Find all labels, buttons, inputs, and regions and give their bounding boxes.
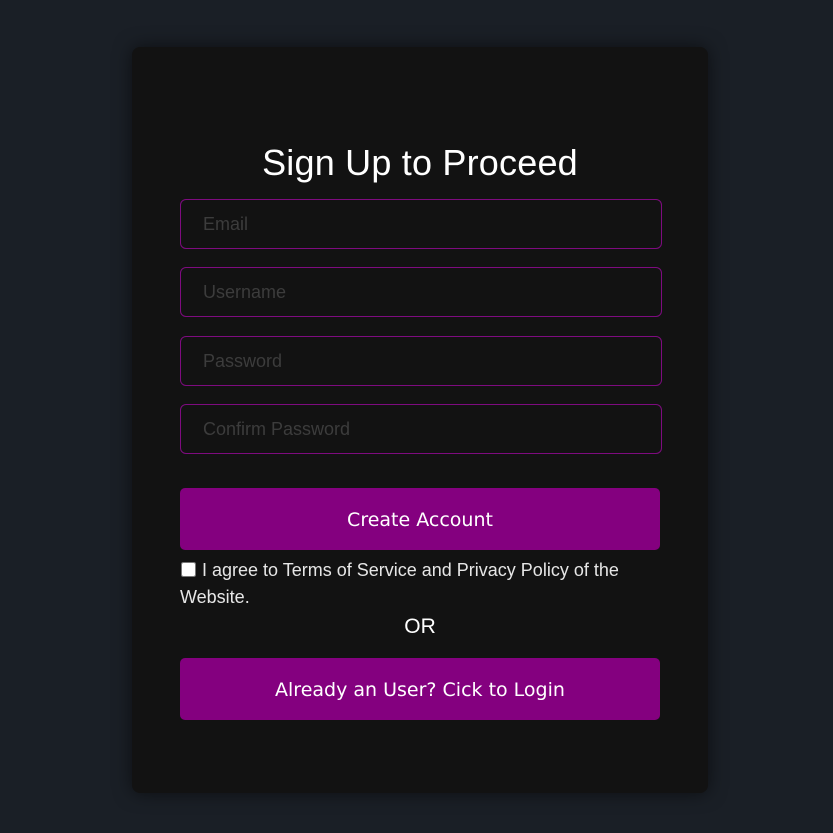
terms-agreement: I agree to Terms of Service and Privacy …: [180, 557, 620, 611]
page-title: Sign Up to Proceed: [262, 142, 578, 183]
signup-card: Sign Up to Proceed Create Account I agre…: [132, 47, 708, 793]
username-field[interactable]: [180, 267, 662, 317]
email-field[interactable]: [180, 199, 662, 249]
create-account-button[interactable]: Create Account: [180, 488, 660, 550]
login-button[interactable]: Already an User? Cick to Login: [180, 658, 660, 720]
terms-checkbox[interactable]: [181, 562, 196, 577]
password-field[interactable]: [180, 336, 662, 386]
confirm-password-field[interactable]: [180, 404, 662, 454]
or-divider: OR: [404, 615, 436, 638]
terms-agreement-label: I agree to Terms of Service and Privacy …: [180, 560, 619, 607]
